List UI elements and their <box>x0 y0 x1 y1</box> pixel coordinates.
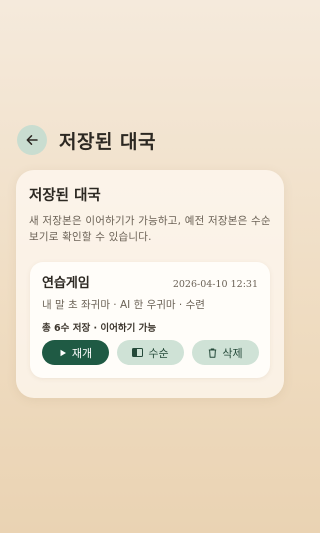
moves-button[interactable]: 수순 <box>117 340 184 365</box>
saved-game-meta: 총 6수 저장 · 이어하기 가능 <box>42 323 157 334</box>
panel-description: 새 저장본은 이어하기가 가능하고, 예전 저장본은 수순 보기로 확인할 수 … <box>29 215 271 243</box>
resume-button[interactable]: 재개 <box>42 340 109 365</box>
saved-games-panel: 저장된 대국 새 저장본은 이어하기가 가능하고, 예전 저장본은 수순 보기로… <box>16 170 284 398</box>
moves-label: 수순 <box>148 346 169 360</box>
delete-label: 삭제 <box>222 346 243 360</box>
delete-button[interactable]: 삭제 <box>192 340 259 365</box>
back-button[interactable] <box>17 125 47 155</box>
trash-icon <box>208 348 217 358</box>
play-icon <box>59 349 67 357</box>
resume-label: 재개 <box>71 346 93 360</box>
page-header: 저장된 대국 <box>17 125 156 155</box>
saved-game-actions: 재개 수순 삭제 <box>42 340 259 365</box>
saved-game-date: 2026-04-10 12:31 <box>172 279 258 290</box>
panel-title: 저장된 대국 <box>29 188 101 204</box>
page-title: 저장된 대국 <box>59 130 157 153</box>
saved-game-card: 연습게임 2026-04-10 12:31 내 말 초 좌귀마 · AI 한 우… <box>30 262 270 378</box>
saved-game-title: 연습게임 <box>42 276 90 291</box>
saved-game-subtitle: 내 말 초 좌귀마 · AI 한 우귀마 · 수련 <box>42 299 205 311</box>
arrow-left-icon <box>25 133 39 147</box>
book-icon <box>132 348 144 357</box>
